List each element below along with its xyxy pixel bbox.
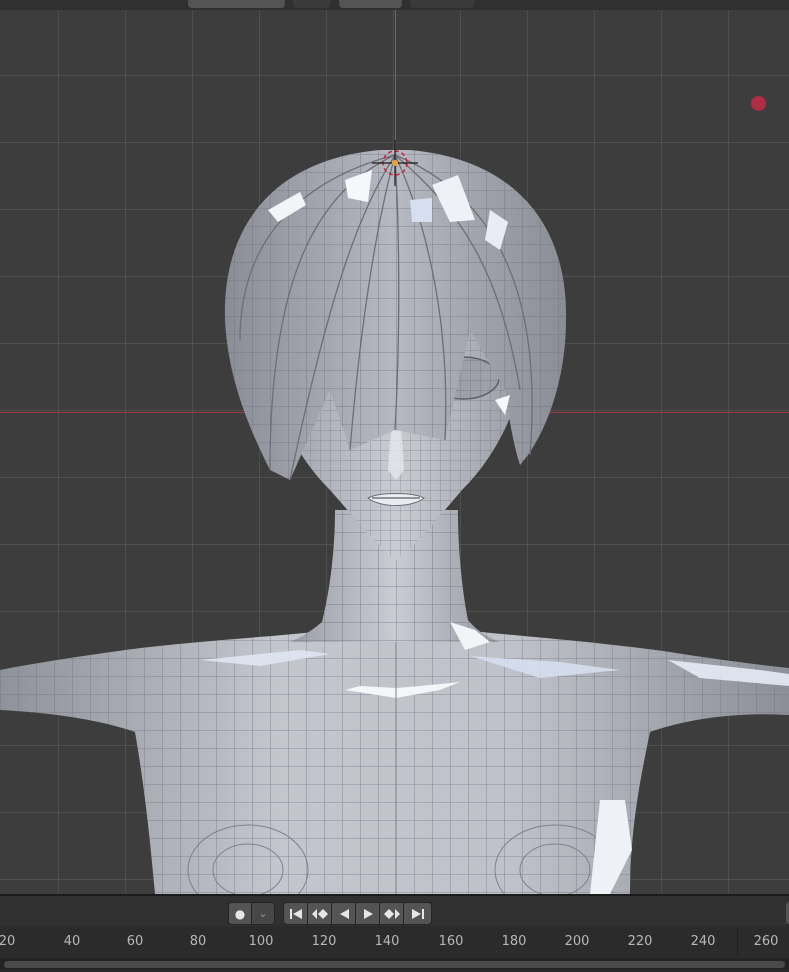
play-reverse-icon bbox=[339, 908, 349, 919]
timeline-scrollbar[interactable] bbox=[0, 958, 789, 970]
scrollbar-thumb[interactable] bbox=[4, 961, 785, 968]
timeline-editor: ● ⌄ 20 40 60 80 100 120 140 160 180 200 … bbox=[0, 894, 789, 972]
next-keyframe-icon bbox=[383, 908, 400, 919]
frame-label: 140 bbox=[374, 934, 400, 949]
3d-viewport[interactable] bbox=[0, 10, 789, 894]
frame-label: 100 bbox=[248, 934, 274, 949]
proportional-edit-icon[interactable] bbox=[410, 0, 474, 8]
viewport-shading-icon[interactable] bbox=[293, 0, 330, 8]
character-mesh[interactable] bbox=[0, 10, 789, 894]
next-keyframe-button[interactable] bbox=[379, 902, 404, 925]
frame-label: 120 bbox=[311, 934, 337, 949]
frame-label: 240 bbox=[690, 934, 716, 949]
playback-controls: ● ⌄ bbox=[0, 896, 789, 926]
play-icon bbox=[363, 908, 373, 919]
play-button[interactable] bbox=[355, 902, 380, 925]
chevron-down-icon: ⌄ bbox=[258, 907, 268, 920]
frame-label: 160 bbox=[438, 934, 464, 949]
frame-label: 80 bbox=[189, 934, 207, 949]
frame-label: 180 bbox=[501, 934, 527, 949]
frame-label: 20 bbox=[0, 934, 16, 949]
frame-label: 60 bbox=[126, 934, 144, 949]
jump-to-start-icon bbox=[289, 908, 302, 919]
viewport-header bbox=[0, 0, 789, 10]
frame-label: 200 bbox=[564, 934, 590, 949]
current-frame-marker bbox=[737, 928, 738, 956]
snap-icon[interactable] bbox=[339, 0, 402, 8]
object-mode-dropdown[interactable] bbox=[188, 0, 285, 8]
jump-to-end-icon bbox=[411, 908, 424, 919]
frame-ruler[interactable]: 20 40 60 80 100 120 140 160 180 200 220 … bbox=[0, 928, 789, 956]
jump-to-end-button[interactable] bbox=[403, 902, 432, 925]
play-reverse-button[interactable] bbox=[331, 902, 356, 925]
record-button[interactable]: ● bbox=[228, 902, 252, 925]
frame-label: 220 bbox=[627, 934, 653, 949]
record-icon: ● bbox=[234, 906, 246, 921]
frame-label: 40 bbox=[63, 934, 81, 949]
frame-label: 260 bbox=[753, 934, 779, 949]
record-options-dropdown[interactable]: ⌄ bbox=[251, 902, 275, 925]
previous-keyframe-button[interactable] bbox=[307, 902, 332, 925]
previous-keyframe-icon bbox=[311, 908, 328, 919]
jump-to-start-button[interactable] bbox=[283, 902, 308, 925]
